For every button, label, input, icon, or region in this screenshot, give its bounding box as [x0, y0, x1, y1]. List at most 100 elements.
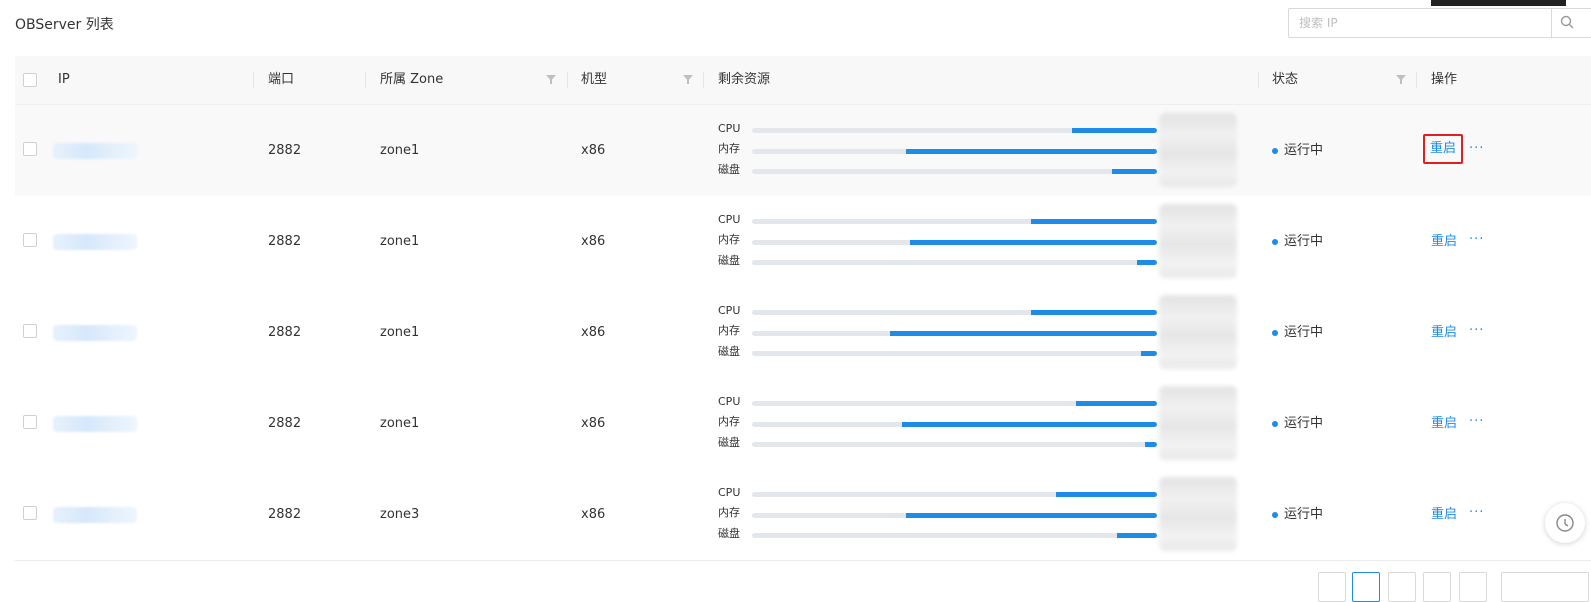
help-icon — [1556, 514, 1574, 532]
zone-cell: zone1 — [380, 416, 420, 431]
status-text: 运行中 — [1284, 234, 1324, 249]
row-checkbox[interactable] — [23, 233, 37, 247]
pagination-page[interactable] — [1423, 572, 1451, 602]
row-checkbox[interactable] — [23, 324, 37, 338]
column-divider — [1416, 72, 1417, 88]
page-size-select[interactable] — [1501, 572, 1589, 602]
row-checkbox[interactable] — [23, 506, 37, 520]
table-row[interactable]: 2882 zone1 x86 CPU 内存 磁盘 运行中 重启 ··· — [15, 287, 1591, 379]
cpu-bar — [752, 492, 1157, 497]
port-cell: 2882 — [268, 143, 302, 158]
column-divider — [703, 72, 704, 88]
pagination-page[interactable] — [1352, 572, 1380, 602]
more-icon[interactable]: ··· — [1469, 323, 1484, 339]
disk-bar-fill — [1116, 533, 1157, 538]
disk-bar-fill — [1112, 169, 1157, 174]
more-icon[interactable]: ··· — [1469, 141, 1484, 157]
filter-icon[interactable] — [1396, 75, 1406, 84]
cpu-label: CPU — [718, 395, 741, 408]
arch-cell: x86 — [581, 507, 606, 522]
table-row[interactable]: 2882 zone1 x86 CPU 内存 磁盘 运行中 重启 ··· — [15, 378, 1591, 470]
disk-bar — [752, 442, 1157, 447]
disk-bar — [752, 533, 1157, 538]
table-row[interactable]: 2882 zone1 x86 CPU 内存 磁盘 运行中 重启 ··· — [15, 105, 1591, 197]
pagination-prev[interactable] — [1318, 572, 1346, 602]
help-button[interactable] — [1545, 503, 1585, 543]
cpu-bar-fill — [1031, 310, 1157, 315]
row-checkbox[interactable] — [23, 142, 37, 156]
ip-redacted — [53, 416, 137, 432]
status-text: 运行中 — [1284, 143, 1324, 158]
cpu-bar-fill — [1055, 492, 1157, 497]
restart-link[interactable]: 重启 — [1423, 134, 1464, 164]
column-resources[interactable]: 剩余资源 — [718, 56, 770, 104]
memory-bar-fill — [901, 422, 1157, 427]
status-dot — [1272, 421, 1278, 427]
column-actions: 操作 — [1431, 72, 1458, 87]
memory-bar — [752, 513, 1157, 518]
status-text: 运行中 — [1284, 325, 1324, 340]
arch-cell: x86 — [581, 416, 606, 431]
search-button[interactable] — [1551, 8, 1591, 38]
table-row[interactable]: 2882 zone3 x86 CPU 内存 磁盘 运行中 重启 ··· — [15, 469, 1591, 561]
more-icon[interactable]: ··· — [1469, 505, 1484, 521]
column-port[interactable]: 端口 — [268, 56, 294, 104]
cpu-label: CPU — [718, 304, 741, 317]
cpu-bar-fill — [1071, 128, 1157, 133]
resource-values-redacted — [1159, 295, 1237, 369]
memory-bar-fill — [905, 513, 1157, 518]
ip-redacted — [53, 143, 137, 159]
column-ip[interactable]: IP — [58, 56, 70, 104]
port-cell: 2882 — [268, 416, 302, 431]
column-divider — [1258, 72, 1259, 88]
memory-bar — [752, 240, 1157, 245]
restart-link[interactable]: 重启 — [1431, 507, 1457, 523]
cpu-bar-fill — [1076, 401, 1157, 406]
select-all-checkbox[interactable] — [23, 73, 37, 87]
column-divider — [567, 72, 568, 88]
zone-cell: zone1 — [380, 234, 420, 249]
disk-label: 磁盘 — [718, 436, 740, 449]
cpu-bar-fill — [1031, 219, 1157, 224]
column-arch[interactable]: 机型 — [581, 56, 607, 104]
memory-bar-fill — [905, 149, 1157, 154]
pagination-page[interactable] — [1388, 572, 1416, 602]
resource-values-redacted — [1159, 386, 1237, 460]
memory-bar — [752, 422, 1157, 427]
memory-label: 内存 — [718, 142, 740, 155]
more-icon[interactable]: ··· — [1469, 232, 1484, 248]
memory-bar-fill — [889, 331, 1157, 336]
row-checkbox[interactable] — [23, 415, 37, 429]
arch-cell: x86 — [581, 143, 606, 158]
disk-bar — [752, 169, 1157, 174]
pagination-next[interactable] — [1459, 572, 1487, 602]
cpu-label: CPU — [718, 122, 741, 135]
top-dark-bar — [1431, 0, 1566, 6]
ip-redacted — [53, 234, 137, 250]
filter-icon[interactable] — [546, 75, 556, 84]
status-dot — [1272, 512, 1278, 518]
disk-bar-fill — [1144, 442, 1157, 447]
memory-bar — [752, 331, 1157, 336]
table-row[interactable]: 2882 zone1 x86 CPU 内存 磁盘 运行中 重启 ··· — [15, 196, 1591, 288]
status-dot — [1272, 330, 1278, 336]
cpu-label: CPU — [718, 213, 741, 226]
restart-link[interactable]: 重启 — [1431, 325, 1457, 341]
restart-link[interactable]: 重启 — [1431, 416, 1457, 432]
arch-cell: x86 — [581, 234, 606, 249]
status-text: 运行中 — [1284, 507, 1324, 522]
disk-bar — [752, 260, 1157, 265]
filter-icon[interactable] — [683, 75, 693, 84]
column-status[interactable]: 状态 — [1272, 56, 1298, 104]
more-icon[interactable]: ··· — [1469, 414, 1484, 430]
memory-label: 内存 — [718, 506, 740, 519]
restart-link[interactable]: 重启 — [1431, 234, 1457, 250]
resource-values-redacted — [1159, 113, 1237, 187]
column-divider — [365, 72, 366, 88]
ip-redacted — [53, 507, 137, 523]
column-zone[interactable]: 所属 Zone — [380, 56, 443, 104]
zone-cell: zone1 — [380, 325, 420, 340]
port-cell: 2882 — [268, 325, 302, 340]
disk-label: 磁盘 — [718, 254, 740, 267]
search-input[interactable] — [1289, 9, 1561, 37]
